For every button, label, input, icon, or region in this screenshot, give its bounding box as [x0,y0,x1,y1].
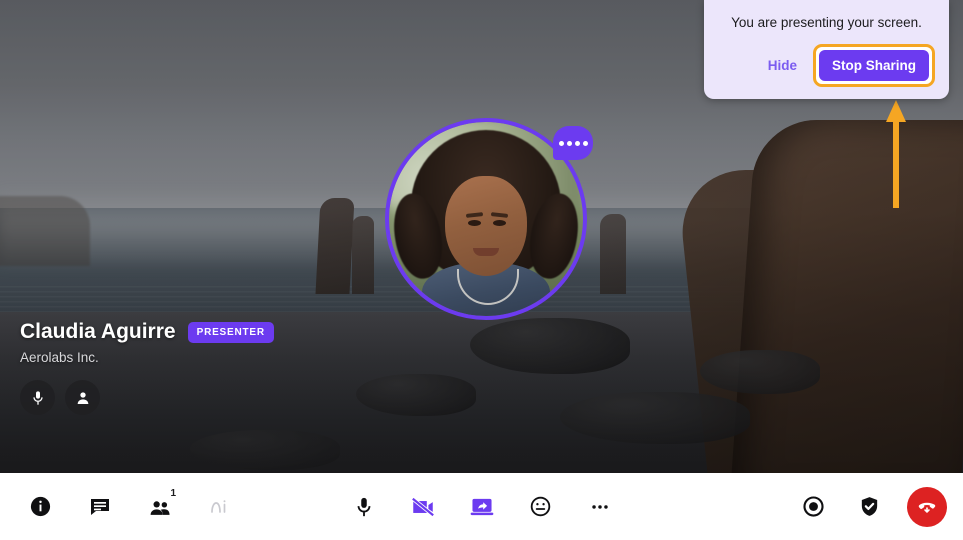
end-call-icon[interactable] [907,486,947,527]
emoji-icon[interactable] [523,489,559,525]
camera-off-icon[interactable] [405,489,441,525]
toolbar-right-group [795,486,947,527]
participant-name-row: Claudia Aguirre PRESENTER [20,320,274,344]
meeting-toolbar: 1 [0,473,963,540]
more-options-icon[interactable] [582,489,618,525]
stop-sharing-highlight: Stop Sharing [813,43,935,87]
chat-icon[interactable] [82,489,118,525]
ai-assistant-icon[interactable] [202,489,238,525]
meeting-window: Claudia Aguirre PRESENTER Aerolabs Inc. … [0,0,963,540]
record-icon[interactable] [795,489,831,525]
participant-quick-controls [20,380,274,415]
person-icon[interactable] [65,380,100,415]
toolbar-center-group [346,489,618,525]
participant-organization: Aerolabs Inc. [20,350,99,365]
participant-name: Claudia Aguirre [20,320,176,343]
info-icon[interactable] [22,489,58,525]
stop-sharing-button[interactable]: Stop Sharing [819,49,929,81]
people-count-badge: 1 [170,487,176,499]
security-shield-icon[interactable] [851,489,887,525]
typing-dots-icon [553,126,593,160]
presenting-banner: You are presenting your screen. Hide Sto… [704,0,949,99]
screen-share-icon[interactable] [464,489,500,525]
presenting-message: You are presenting your screen. [731,15,922,30]
toolbar-left-group: 1 [22,487,238,525]
microphone-icon[interactable] [20,380,55,415]
presenting-actions: Hide Stop Sharing [718,43,935,87]
microphone-icon[interactable] [346,489,382,525]
participant-info: Claudia Aguirre PRESENTER Aerolabs Inc. [20,320,274,415]
avatar[interactable] [385,118,593,320]
hide-button[interactable]: Hide [762,54,803,77]
presenter-badge: PRESENTER [187,321,274,343]
people-icon[interactable]: 1 [142,487,178,525]
up-arrow-icon [886,100,906,208]
